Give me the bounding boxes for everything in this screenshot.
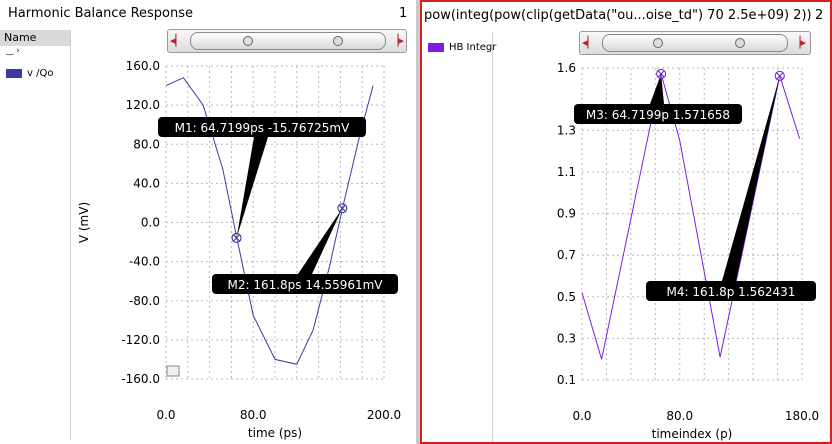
y-tick-label: -120.0 (121, 333, 160, 347)
y-tick-label: 0.3 (557, 331, 576, 345)
marker-label: M3: 64.7199p 1.571658 (586, 108, 730, 122)
x-tick-label: 200.0 (367, 408, 401, 422)
y-tick-label: 40.0 (133, 176, 160, 190)
x-tick-label: 0.0 (156, 408, 175, 422)
waveform-panel-1[interactable]: Harmonic Balance Response 1 Name ‿ › v /… (0, 0, 416, 444)
y-tick-label: 1.6 (557, 61, 576, 75)
x-tick-label: 0.0 (572, 409, 591, 423)
y-tick-label: -80.0 (129, 294, 160, 308)
y-tick-label: 0.7 (557, 248, 576, 262)
waveform-panel-2[interactable]: pow(integ(pow(clip(getData("ou...oise_td… (420, 0, 832, 444)
y-tick-label: 160.0 (126, 59, 160, 73)
marker-label: M2: 161.8ps 14.55961mV (227, 278, 383, 292)
y-axis-label: V (mV) (77, 202, 91, 243)
y-tick-label: 1.3 (557, 123, 576, 137)
y-tick-label: -160.0 (121, 372, 160, 386)
y-tick-label: 120.0 (126, 98, 160, 112)
x-tick-label: 80.0 (240, 408, 267, 422)
y-tick-label: 0.9 (557, 207, 576, 221)
chart-2: 1.6 1.3 1.1 0.9 0.7 0.5 0.3 0.1 0.0 80.0 180.0 time… (557, 61, 819, 441)
marker-callout-pointer (298, 208, 343, 274)
y-tick-label: 0.1 (557, 373, 576, 387)
y-tick-label: 0.0 (141, 216, 160, 230)
x-tick-label: 180.0 (785, 409, 819, 423)
x-axis-label: time (ps) (248, 426, 302, 440)
x-tick-label: 80.0 (666, 409, 693, 423)
chart-1: 160.0 120.0 80.0 40.0 0.0 -40.0 -80.0 -120.0 -16… (77, 59, 401, 440)
marker-label: M1: 64.7199ps -15.76725mV (175, 121, 350, 135)
y-tick-label: 1.1 (557, 165, 576, 179)
marker-label: M4: 161.8p 1.562431 (667, 285, 796, 299)
zoom-box-icon (166, 365, 180, 377)
y-tick-label: 0.5 (557, 290, 576, 304)
y-tick-label: -40.0 (129, 255, 160, 269)
x-axis-label: timeindex (p) (652, 427, 733, 441)
y-tick-label: 80.0 (133, 137, 160, 151)
